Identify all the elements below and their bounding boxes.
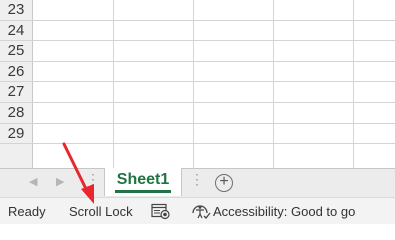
active-tab-underline — [115, 190, 171, 193]
table-row: 23 — [0, 0, 395, 21]
macro-recording-icon[interactable] — [151, 203, 171, 223]
table-row: 25 — [0, 41, 395, 62]
status-ready: Ready — [8, 204, 46, 219]
table-row: 28 — [0, 103, 395, 124]
table-row — [0, 144, 395, 169]
status-accessibility[interactable]: Accessibility: Good to go — [213, 204, 355, 219]
column-divider — [193, 0, 194, 168]
table-row: 27 — [0, 82, 395, 103]
row-header — [0, 144, 33, 169]
status-bar: Ready Scroll Lock Accessibility: Good to… — [0, 197, 395, 224]
table-row: 29 — [0, 123, 395, 145]
sheet-tab-bar: ◀ ▶ ⋮ Sheet1 ⋮ + — [0, 168, 395, 197]
worksheet-grid[interactable]: 23 24 25 26 27 28 29 — [0, 0, 395, 169]
row-header[interactable]: 23 — [0, 0, 33, 20]
plus-icon: + — [219, 173, 229, 190]
row-header[interactable]: 27 — [0, 82, 33, 102]
add-sheet-button[interactable]: + — [215, 174, 233, 192]
row-header[interactable]: 29 — [0, 123, 33, 144]
table-row: 24 — [0, 20, 395, 42]
accessibility-icon[interactable] — [190, 203, 212, 223]
row-header[interactable]: 28 — [0, 103, 33, 123]
column-divider — [273, 0, 274, 168]
tab-sheet1[interactable]: Sheet1 — [104, 168, 182, 196]
more-sheets-left-icon[interactable]: ⋮ — [86, 171, 100, 188]
scroll-tabs-left-icon[interactable]: ◀ — [29, 175, 37, 188]
scroll-tabs-right-icon[interactable]: ▶ — [56, 175, 64, 188]
row-header[interactable]: 24 — [0, 20, 33, 41]
column-divider — [353, 0, 354, 168]
row-header[interactable]: 26 — [0, 61, 33, 82]
sheet-tab-label: Sheet1 — [116, 171, 170, 188]
row-header[interactable]: 25 — [0, 41, 33, 61]
column-divider — [113, 0, 114, 168]
table-row: 26 — [0, 61, 395, 83]
more-sheets-right-icon[interactable]: ⋮ — [190, 171, 204, 188]
status-scroll-lock[interactable]: Scroll Lock — [69, 204, 133, 219]
